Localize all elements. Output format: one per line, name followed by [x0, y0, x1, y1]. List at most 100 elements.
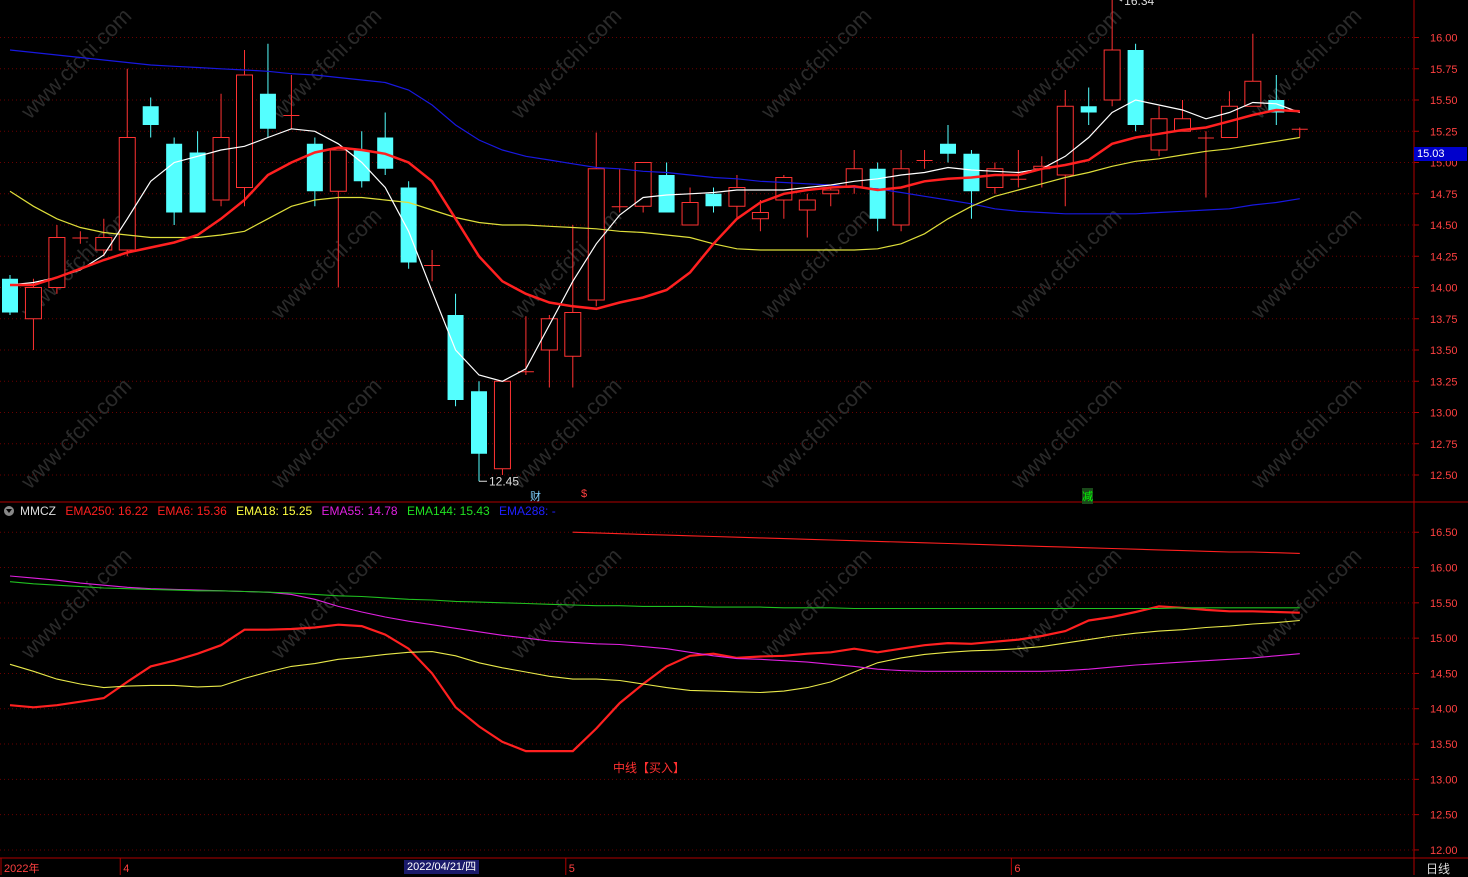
candle	[493, 380, 511, 475]
candle	[259, 43, 276, 138]
candle	[822, 187, 840, 207]
event-marker-dividend[interactable]: $	[581, 488, 587, 500]
candle	[986, 162, 1004, 194]
watermark-text: www.cfchi.com	[265, 543, 386, 664]
candle	[798, 193, 816, 238]
indicator-tick-label: 16.50	[1430, 527, 1458, 539]
period-label[interactable]: 日线	[1426, 860, 1450, 877]
indicator-tick-label: 15.00	[1430, 633, 1458, 645]
candle-body	[1010, 178, 1027, 180]
watermark-text: www.cfchi.com	[1005, 373, 1126, 494]
candle	[166, 137, 183, 225]
watermark-text: www.cfchi.com	[755, 543, 876, 664]
candle	[1127, 43, 1144, 132]
watermark-text: www.cfchi.com	[755, 3, 876, 124]
indicator-tick-label: 16.00	[1430, 563, 1458, 575]
time-label: 2022年	[4, 861, 39, 875]
candle	[1010, 150, 1027, 188]
candle-body	[236, 74, 253, 188]
low-label: 12.45	[489, 474, 519, 488]
candle-body	[658, 175, 675, 213]
candle-body	[189, 152, 206, 213]
series-ema18	[9, 619, 1300, 694]
price-tick-label: 14.50	[1430, 220, 1458, 232]
candle	[916, 150, 933, 169]
event-marker-reduce[interactable]: 减	[1082, 488, 1093, 504]
watermark-text: www.cfchi.com	[1245, 543, 1366, 664]
legend-ema55: EMA55: 14.78	[321, 504, 398, 518]
candle	[611, 168, 628, 213]
candle-body	[283, 115, 300, 116]
legend-ema250: EMA250: 16.22	[65, 504, 149, 518]
watermark-text: www.cfchi.com	[15, 543, 136, 664]
watermark-text: www.cfchi.com	[1005, 203, 1126, 324]
candle-body	[587, 168, 605, 301]
candle	[1150, 106, 1168, 157]
buy-signal-label: 中线【买入】	[613, 760, 685, 775]
candle	[1056, 90, 1074, 207]
legend-ema288: EMA288: -	[499, 504, 556, 518]
candle-body	[916, 160, 933, 161]
event-marker-finance[interactable]: 财	[530, 488, 541, 504]
candle-body	[493, 380, 511, 470]
candle	[634, 162, 652, 213]
candle	[517, 316, 534, 375]
candle-body	[634, 162, 652, 207]
price-tick-label: 15.50	[1430, 95, 1458, 107]
indicator-tick-label: 13.50	[1430, 739, 1458, 751]
price-tick-label: 12.75	[1430, 439, 1458, 451]
watermark-text: www.cfchi.com	[755, 203, 876, 324]
candle-body	[447, 315, 464, 400]
price-tick-label: 12.50	[1430, 470, 1458, 482]
candle	[1080, 87, 1097, 125]
candle-body	[424, 265, 441, 266]
candle-body	[892, 168, 910, 226]
candle	[24, 278, 42, 350]
watermark-text: www.cfchi.com	[1005, 543, 1126, 664]
candle-body	[611, 206, 628, 208]
candle	[377, 112, 394, 175]
candle-body	[705, 193, 722, 207]
time-label: 4	[123, 863, 129, 875]
collapse-icon[interactable]	[4, 506, 14, 516]
candle	[189, 131, 206, 213]
indicator-tick-label: 14.50	[1430, 668, 1458, 680]
price-tick-label: 15.25	[1430, 126, 1458, 138]
watermark-text: www.cfchi.com	[265, 3, 386, 124]
candle	[587, 132, 605, 307]
candle	[728, 175, 746, 219]
series-ema6	[9, 605, 1300, 753]
candle-body	[24, 287, 42, 320]
price-tick-label: 13.00	[1430, 408, 1458, 420]
candle	[705, 187, 722, 213]
watermark-text: www.cfchi.com	[265, 373, 386, 494]
candle-body	[1197, 137, 1214, 139]
price-tick-label: 13.75	[1430, 314, 1458, 326]
stock-chart[interactable]: 16.00 15.75 15.50 15.25 15.00 14.75 14.50 14.25…	[0, 0, 1468, 875]
candle	[353, 131, 370, 188]
candle	[751, 200, 769, 232]
candle-body	[353, 150, 370, 182]
candle-body	[751, 212, 769, 220]
price-tick-label: 14.75	[1430, 189, 1458, 201]
candle	[471, 381, 487, 482]
indicator-tick-label: 14.00	[1430, 704, 1458, 716]
candle-body	[1127, 50, 1144, 125]
candle-body	[118, 137, 136, 251]
time-label: 6	[1014, 863, 1020, 875]
watermark-text: www.cfchi.com	[1245, 203, 1366, 324]
candle	[940, 125, 956, 163]
candle	[236, 50, 253, 207]
indicator-name: MMCZ	[20, 504, 56, 518]
indicator-legend: MMCZ EMA250: 16.22 EMA6: 15.36 EMA18: 15…	[4, 504, 562, 518]
watermark-text: www.cfchi.com	[505, 3, 626, 124]
high-pointer	[1119, 0, 1123, 2]
candle-body	[329, 149, 347, 192]
candle-body	[95, 237, 113, 251]
legend-ema18: EMA18: 15.25	[236, 504, 313, 518]
candle-body	[963, 153, 980, 192]
candle-body	[1291, 128, 1308, 130]
time-label: 5	[569, 863, 575, 875]
indicator-tick-label: 15.50	[1430, 598, 1458, 610]
cursor-date-tag: 2022/04/21/四	[404, 860, 480, 874]
